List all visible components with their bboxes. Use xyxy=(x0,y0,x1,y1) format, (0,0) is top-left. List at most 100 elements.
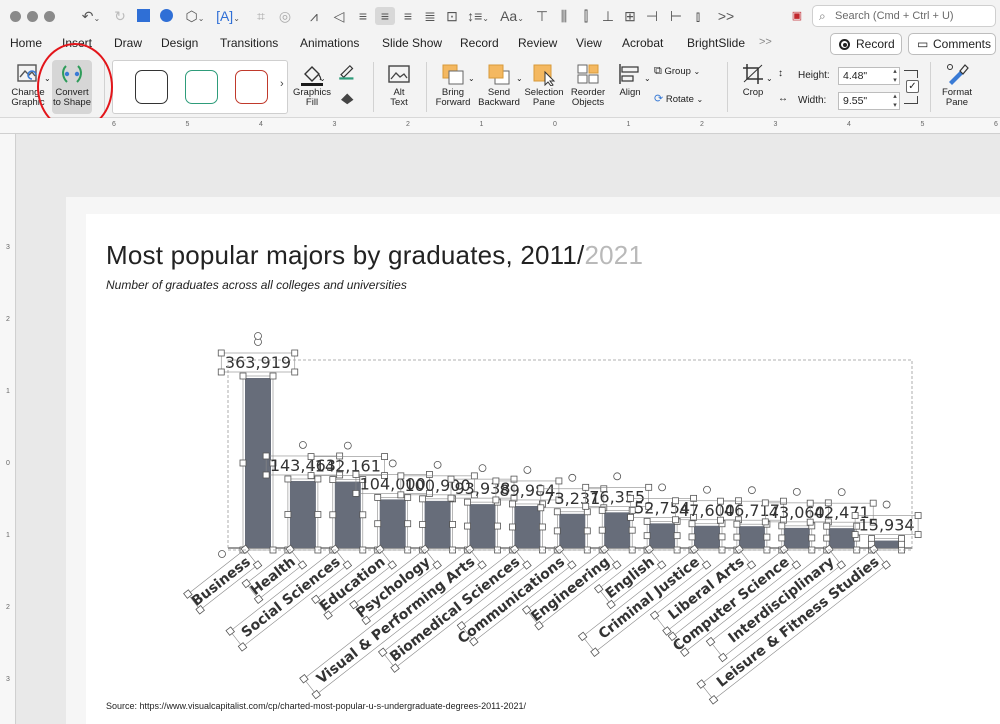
selection-handle[interactable] xyxy=(717,497,724,505)
selection-handle[interactable] xyxy=(291,349,299,357)
selection-handle[interactable] xyxy=(419,521,427,528)
rotation-handle[interactable] xyxy=(433,460,442,469)
bar-10[interactable] xyxy=(649,523,676,548)
rotation-handle[interactable] xyxy=(703,485,711,494)
selection-handle[interactable] xyxy=(470,472,478,480)
rotation-handle[interactable] xyxy=(613,472,622,481)
bar-5[interactable] xyxy=(424,500,451,548)
bar-15[interactable] xyxy=(873,540,900,548)
selection-handle[interactable] xyxy=(464,522,471,530)
selection-handle[interactable] xyxy=(508,500,516,508)
selection-handle[interactable] xyxy=(447,475,455,483)
selection-handle[interactable] xyxy=(494,522,501,530)
selection-handle[interactable] xyxy=(718,652,728,663)
selection-handle[interactable] xyxy=(598,526,606,534)
selection-handle[interactable] xyxy=(404,520,412,528)
selection-handle[interactable] xyxy=(881,560,891,570)
selection-handle[interactable] xyxy=(291,368,299,376)
selection-handle[interactable] xyxy=(628,526,636,534)
bar-11[interactable] xyxy=(694,525,720,548)
selection-handle[interactable] xyxy=(688,533,696,541)
selection-handle[interactable] xyxy=(262,452,270,460)
selection-handle[interactable] xyxy=(508,523,516,531)
selection-handle[interactable] xyxy=(718,533,726,541)
selection-handle[interactable] xyxy=(778,522,786,530)
selection-handle[interactable] xyxy=(262,471,270,479)
selection-handle[interactable] xyxy=(898,540,905,548)
bar-7[interactable] xyxy=(514,505,541,548)
selection-handle[interactable] xyxy=(717,516,724,524)
selection-handle[interactable] xyxy=(297,560,308,570)
selection-handle[interactable] xyxy=(649,610,660,621)
selection-handle[interactable] xyxy=(492,496,500,504)
selection-handle[interactable] xyxy=(397,472,405,480)
selection-handle[interactable] xyxy=(567,560,577,570)
selection-handle[interactable] xyxy=(342,560,353,570)
selection-handle[interactable] xyxy=(645,483,653,491)
selection-handle[interactable] xyxy=(352,471,360,478)
selection-handle[interactable] xyxy=(553,508,561,516)
bar-12[interactable] xyxy=(738,526,765,548)
selection-handle[interactable] xyxy=(806,499,814,507)
rotation-handle[interactable] xyxy=(792,487,801,496)
selection-handle[interactable] xyxy=(656,560,667,570)
rotation-handle[interactable] xyxy=(658,483,666,492)
selection-handle[interactable] xyxy=(851,531,859,538)
selection-handle[interactable] xyxy=(390,663,400,673)
selection-handle[interactable] xyxy=(217,349,225,357)
selection-handle[interactable] xyxy=(329,511,337,519)
selection-handle[interactable] xyxy=(696,679,707,689)
selection-handle[interactable] xyxy=(701,560,712,570)
selection-handle[interactable] xyxy=(643,517,651,525)
rotation-handle[interactable] xyxy=(388,459,397,468)
selection-handle[interactable] xyxy=(577,631,588,642)
rotation-handle[interactable] xyxy=(478,464,487,473)
selection-handle[interactable] xyxy=(914,512,922,519)
bar-8[interactable] xyxy=(559,513,586,548)
selection-handle[interactable] xyxy=(662,626,672,636)
bar-4[interactable] xyxy=(379,499,406,548)
value-label[interactable]: 15,934 xyxy=(859,516,915,535)
rotation-handle[interactable] xyxy=(298,441,307,449)
selection-handle[interactable] xyxy=(314,511,322,518)
selection-handle[interactable] xyxy=(311,689,322,700)
selection-handle[interactable] xyxy=(590,647,600,657)
selection-handle[interactable] xyxy=(688,520,696,528)
selection-handle[interactable] xyxy=(806,518,814,526)
selection-handle[interactable] xyxy=(823,522,831,530)
selection-handle[interactable] xyxy=(583,527,591,535)
selection-handle[interactable] xyxy=(672,516,679,524)
selection-handle[interactable] xyxy=(791,560,802,570)
selection-handle[interactable] xyxy=(746,560,757,570)
rotation-handle[interactable] xyxy=(882,500,891,509)
selection-handle[interactable] xyxy=(868,535,875,542)
selection-handle[interactable] xyxy=(239,459,247,467)
selection-handle[interactable] xyxy=(539,523,546,531)
bar-2[interactable] xyxy=(289,480,316,548)
selection-handle[interactable] xyxy=(449,521,457,528)
selection-handle[interactable] xyxy=(708,695,719,705)
selection-handle[interactable] xyxy=(778,534,786,542)
selection-handle[interactable] xyxy=(299,673,309,684)
selection-handle[interactable] xyxy=(553,527,561,535)
bar-chart[interactable]: 363,919Business143,463Health142,161Socia… xyxy=(0,0,1000,724)
selection-handle[interactable] xyxy=(239,372,247,380)
selection-handle[interactable] xyxy=(217,368,225,376)
selection-handle[interactable] xyxy=(374,494,382,501)
selection-handle[interactable] xyxy=(673,532,681,540)
selection-handle[interactable] xyxy=(836,560,847,570)
selection-handle[interactable] xyxy=(307,453,315,460)
selection-handle[interactable] xyxy=(404,494,412,501)
rotation-handle[interactable] xyxy=(343,441,352,450)
rotation-handle[interactable] xyxy=(523,466,532,474)
selection-handle[interactable] xyxy=(307,472,315,479)
selection-handle[interactable] xyxy=(582,483,590,491)
selection-handle[interactable] xyxy=(705,636,716,647)
rotation-handle[interactable] xyxy=(254,332,262,340)
selection-handle[interactable] xyxy=(627,513,634,521)
selection-handle[interactable] xyxy=(397,491,405,499)
selection-handle[interactable] xyxy=(914,531,922,538)
selection-handle[interactable] xyxy=(733,520,741,528)
selection-handle[interactable] xyxy=(359,511,367,519)
selection-handle[interactable] xyxy=(555,477,563,485)
